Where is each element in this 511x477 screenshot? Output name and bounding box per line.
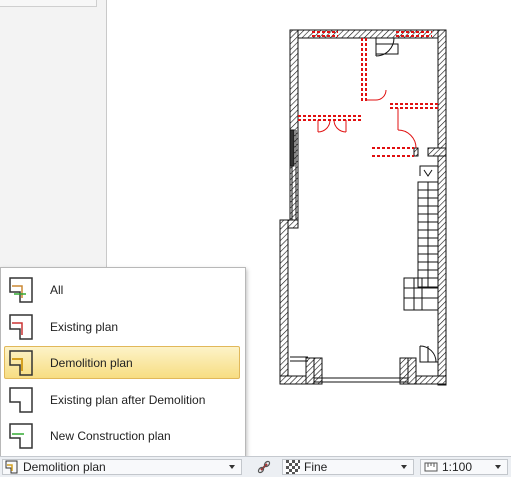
link-button[interactable] xyxy=(252,459,276,475)
existing-doors xyxy=(375,37,438,363)
menu-label-new-construction-plan: New Construction plan xyxy=(50,428,171,443)
scale-value: 1:100 xyxy=(442,460,473,474)
link-icon xyxy=(257,460,271,474)
plan-view-dropdown: All Existing plan Demolition plan Existi… xyxy=(0,267,246,457)
menu-item-all[interactable]: All xyxy=(4,273,240,306)
menu-label-all: All xyxy=(50,282,64,297)
window-lines xyxy=(289,129,408,383)
status-bar: Demolition plan Fine 1:100 xyxy=(0,456,511,477)
chevron-down-icon[interactable] xyxy=(495,465,501,469)
staircase xyxy=(403,165,439,311)
plan-select[interactable]: Demolition plan xyxy=(2,459,242,475)
plan-select-value: Demolition plan xyxy=(23,460,106,474)
menu-label-existing-after-demolition: Existing plan after Demolition xyxy=(50,392,206,407)
plan-existing-after-demolition-icon xyxy=(9,386,33,413)
drawing-canvas[interactable]: All Existing plan Demolition plan Existi… xyxy=(0,0,511,457)
scale-select[interactable]: 1:100 xyxy=(420,459,508,475)
chevron-down-icon[interactable] xyxy=(229,465,235,469)
menu-label-demolition-plan: Demolition plan xyxy=(50,355,133,370)
plan-demolition-icon xyxy=(9,349,33,376)
chevron-down-icon[interactable] xyxy=(401,465,407,469)
menu-label-existing-plan: Existing plan xyxy=(50,319,119,334)
menu-item-demolition-plan[interactable]: Demolition plan xyxy=(4,346,240,379)
quality-select[interactable]: Fine xyxy=(282,459,414,475)
quality-value: Fine xyxy=(304,460,328,474)
menu-item-existing-plan[interactable]: Existing plan xyxy=(4,310,240,343)
ruler-icon xyxy=(424,462,438,472)
menu-item-existing-after-demolition[interactable]: Existing plan after Demolition xyxy=(4,383,240,416)
plan-demolition-icon xyxy=(5,460,18,474)
plan-existing-icon xyxy=(9,313,33,340)
checker-fill-icon xyxy=(286,460,300,474)
demolition-elements xyxy=(298,31,440,157)
plan-all-icon xyxy=(9,276,33,303)
menu-item-new-construction-plan[interactable]: New Construction plan xyxy=(4,419,240,452)
plan-new-construction-icon xyxy=(9,422,33,449)
